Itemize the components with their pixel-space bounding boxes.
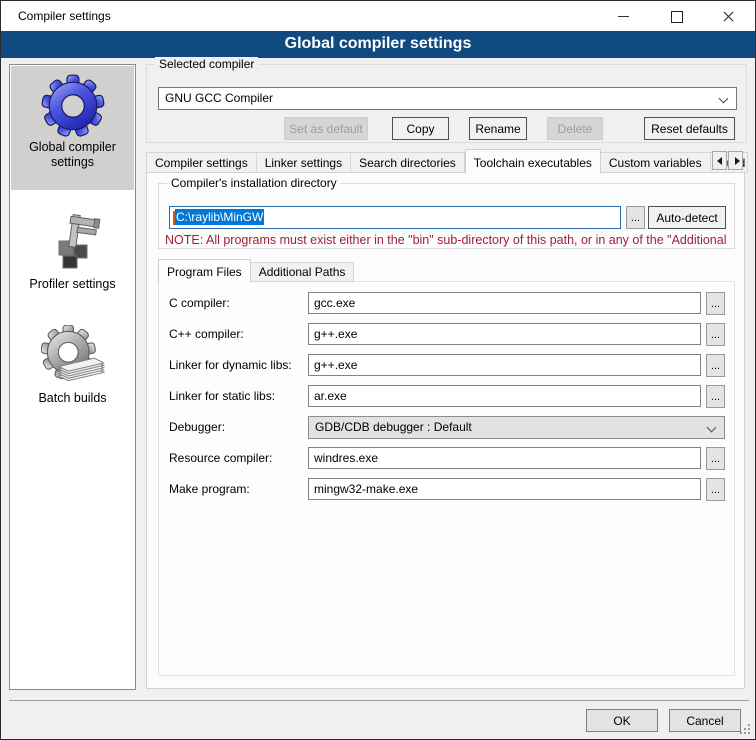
installation-directory-group: Compiler's installation directory C:\ray… <box>158 183 735 249</box>
installation-directory-input[interactable]: C:\raylib\MinGW <box>169 206 621 229</box>
ok-button[interactable]: OK <box>586 709 658 732</box>
compiler-select[interactable]: GNU GCC Compiler <box>158 87 737 110</box>
browse-directory-button[interactable]: ... <box>626 206 645 229</box>
page-title: Global compiler settings <box>1 31 755 58</box>
settings-category-list: Global compiler settings <box>9 64 136 690</box>
maximize-icon[interactable] <box>655 1 697 31</box>
tab-linker-settings[interactable]: Linker settings <box>257 152 351 173</box>
linker-dynamic-input[interactable] <box>308 354 701 376</box>
compiler-settings-dialog: Compiler settings Global compiler settin… <box>0 0 756 740</box>
rename-button[interactable]: Rename <box>469 117 527 140</box>
titlebar[interactable]: Compiler settings <box>1 1 755 31</box>
bin-subdirectory-note: NOTE: All programs must exist either in … <box>165 233 753 247</box>
tab-search-directories[interactable]: Search directories <box>351 152 465 173</box>
chevron-down-icon <box>719 94 729 104</box>
chevron-down-icon <box>707 423 717 433</box>
tab-custom-variables[interactable]: Custom variables <box>601 152 711 173</box>
resource-compiler-label: Resource compiler: <box>169 447 272 469</box>
debugger-select-value: GDB/CDB debugger : Default <box>315 420 472 434</box>
sidebar-item-global-compiler-settings[interactable]: Global compiler settings <box>11 66 134 190</box>
cpp-compiler-browse-button[interactable]: ... <box>706 323 725 346</box>
reset-defaults-button[interactable]: Reset defaults <box>644 117 735 140</box>
delete-button[interactable]: Delete <box>547 117 603 140</box>
close-icon[interactable] <box>707 1 749 31</box>
cpp-compiler-input[interactable] <box>308 323 701 345</box>
sidebar-item-batch-builds[interactable]: Batch builds <box>11 317 134 429</box>
tab-toolchain-executables[interactable]: Toolchain executables <box>465 149 601 174</box>
tab-additional-paths[interactable]: Additional Paths <box>251 262 355 282</box>
make-program-label: Make program: <box>169 478 250 500</box>
installation-directory-value: C:\raylib\MinGW <box>175 209 264 225</box>
footer-divider <box>9 700 749 701</box>
tab-compiler-settings[interactable]: Compiler settings <box>146 152 257 173</box>
c-compiler-label: C compiler: <box>169 292 230 314</box>
compiler-select-value: GNU GCC Compiler <box>165 91 273 105</box>
c-compiler-browse-button[interactable]: ... <box>706 292 725 315</box>
selected-compiler-legend: Selected compiler <box>155 57 258 71</box>
c-compiler-input[interactable] <box>308 292 701 314</box>
debugger-label: Debugger: <box>169 416 225 438</box>
sidebar-item-profiler-settings[interactable]: Profiler settings <box>11 203 134 305</box>
sidebar-item-label: Global compiler settings <box>11 140 134 178</box>
resource-compiler-input[interactable] <box>308 447 701 469</box>
installation-directory-legend: Compiler's installation directory <box>167 176 341 190</box>
cancel-button[interactable]: Cancel <box>669 709 741 732</box>
settings-tabstrip: Compiler settings Linker settings Search… <box>146 148 748 173</box>
tab-program-files[interactable]: Program Files <box>158 259 251 283</box>
sidebar-item-label: Profiler settings <box>11 277 134 300</box>
auto-detect-button[interactable]: Auto-detect <box>648 206 726 229</box>
program-files-tabstrip: Program Files Additional Paths <box>158 258 354 282</box>
toolchain-executables-panel: Compiler's installation directory C:\ray… <box>146 172 745 689</box>
linker-dynamic-browse-button[interactable]: ... <box>706 354 725 377</box>
tab-scroll-left-button[interactable] <box>712 151 727 170</box>
linker-dynamic-label: Linker for dynamic libs: <box>169 354 292 376</box>
gray-gear-stack-icon <box>41 325 105 389</box>
tab-scroll-right-button[interactable] <box>728 151 743 170</box>
blue-gear-icon <box>41 74 105 138</box>
set-as-default-button[interactable]: Set as default <box>284 117 368 140</box>
debugger-select[interactable]: GDB/CDB debugger : Default <box>308 416 725 439</box>
caliper-icon <box>41 211 105 275</box>
sidebar-item-label: Batch builds <box>11 391 134 414</box>
selected-compiler-group: Selected compiler GNU GCC Compiler Set a… <box>146 64 747 143</box>
linker-static-input[interactable] <box>308 385 701 407</box>
program-files-panel: C compiler: ... C++ compiler: ... Linker… <box>158 281 735 676</box>
resource-compiler-browse-button[interactable]: ... <box>706 447 725 470</box>
copy-button[interactable]: Copy <box>392 117 449 140</box>
make-program-browse-button[interactable]: ... <box>706 478 725 501</box>
resize-grip[interactable] <box>748 732 750 734</box>
linker-static-browse-button[interactable]: ... <box>706 385 725 408</box>
window-title: Compiler settings <box>18 1 111 31</box>
minimize-icon[interactable] <box>603 1 645 31</box>
linker-static-label: Linker for static libs: <box>169 385 275 407</box>
make-program-input[interactable] <box>308 478 701 500</box>
cpp-compiler-label: C++ compiler: <box>169 323 244 345</box>
